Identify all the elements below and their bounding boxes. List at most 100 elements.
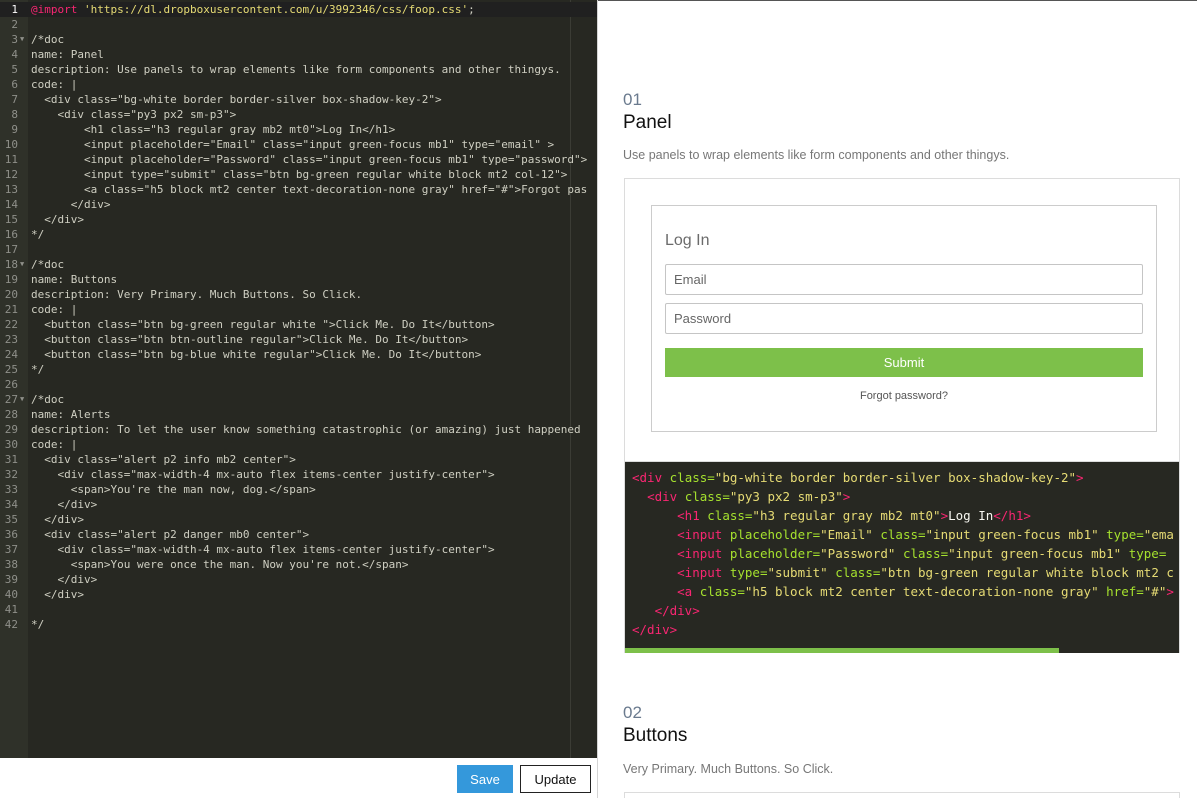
code-token: placeholder=	[729, 527, 821, 542]
code-token: class=	[699, 584, 745, 599]
code-token: <input type="submit" class="btn bg-green…	[31, 168, 568, 181]
editor-line[interactable]: 38 <span>You were once the man. Now you'…	[0, 557, 597, 572]
password-field[interactable]	[665, 303, 1143, 334]
editor-line[interactable]: 24 <button class="btn bg-blue white regu…	[0, 347, 597, 362]
code-token: "h3 regular gray mb2 mt0"	[752, 508, 941, 523]
line-text: code: |	[31, 437, 77, 452]
update-button[interactable]: Update	[520, 765, 591, 793]
editor-line[interactable]: 25 */	[0, 362, 597, 377]
fold-toggle-icon[interactable]: ▼	[20, 392, 24, 407]
code-token: "bg-white border border-silver box-shado…	[714, 470, 1077, 485]
editor-line[interactable]: 3 ▼ /*doc	[0, 32, 597, 47]
editor-line[interactable]: 22 <button class="btn bg-green regular w…	[0, 317, 597, 332]
editor-line[interactable]: 4 name: Panel	[0, 47, 597, 62]
editor-line[interactable]: 16 */	[0, 227, 597, 242]
editor-line[interactable]: 19 name: Buttons	[0, 272, 597, 287]
editor-line[interactable]: 15 </div>	[0, 212, 597, 227]
section-description: Use panels to wrap elements like form co…	[623, 148, 1010, 162]
snippet-line: <h1 class="h3 regular gray mb2 mt0">Log …	[632, 506, 1031, 525]
code-token: code: |	[31, 78, 78, 91]
email-field[interactable]	[665, 264, 1143, 295]
code-token: <div class="max-width-4 mx-auto flex ite…	[31, 543, 495, 556]
editor-line[interactable]: 39 </div>	[0, 572, 597, 587]
editor-line[interactable]: 31 <div class="alert p2 info mb2 center"…	[0, 452, 597, 467]
code-token: <input	[677, 527, 730, 542]
line-text: <input placeholder="Password" class="inp…	[31, 152, 587, 167]
code-token: type=	[1128, 546, 1167, 561]
submit-button[interactable]: Submit	[665, 348, 1143, 377]
editor-line[interactable]: 33 <span>You're the man now, dog.</span>	[0, 482, 597, 497]
editor-line[interactable]: 40 </div>	[0, 587, 597, 602]
line-text: description: Use panels to wrap elements…	[31, 62, 561, 77]
editor-line[interactable]: 17	[0, 242, 597, 257]
editor-line[interactable]: 36 <div class="alert p2 danger mb0 cente…	[0, 527, 597, 542]
line-number: 15	[4, 213, 18, 226]
line-number: 40	[4, 588, 18, 601]
code-token: class=	[684, 489, 730, 504]
line-number: 34	[4, 498, 18, 511]
line-text: */	[31, 617, 44, 632]
editor-line[interactable]: 23 <button class="btn btn-outline regula…	[0, 332, 597, 347]
line-number: 30	[4, 438, 18, 451]
preview-pane[interactable]: 01 Panel Use panels to wrap elements lik…	[598, 0, 1197, 798]
editor-line[interactable]: 8 <div class="py3 px2 sm-p3">	[0, 107, 597, 122]
editor-line[interactable]: 37 <div class="max-width-4 mx-auto flex …	[0, 542, 597, 557]
editor-line[interactable]: 27 ▼ /*doc	[0, 392, 597, 407]
code-horizontal-scrollbar[interactable]	[625, 648, 1059, 653]
editor-line[interactable]: 20 description: Very Primary. Much Button…	[0, 287, 597, 302]
line-number: 25	[4, 363, 18, 376]
code-token: type=	[1106, 527, 1144, 542]
snippet-line: <input placeholder="Email" class="input …	[632, 525, 1174, 544]
editor-line[interactable]: 42 */	[0, 617, 597, 632]
editor-line[interactable]: 34 </div>	[0, 497, 597, 512]
line-number: 36	[4, 528, 18, 541]
editor-line[interactable]: 9 <h1 class="h3 regular gray mb2 mt0">Lo…	[0, 122, 597, 137]
editor-line[interactable]: 26	[0, 377, 597, 392]
editor-line[interactable]: 41	[0, 602, 597, 617]
editor-line[interactable]: 2	[0, 17, 597, 32]
editor-line[interactable]: 21 code: |	[0, 302, 597, 317]
line-number: 11	[4, 153, 18, 166]
editor-line[interactable]: 35 </div>	[0, 512, 597, 527]
code-token: "h5 block mt2 center text-decoration-non…	[744, 584, 1099, 599]
line-number: 6	[11, 78, 18, 91]
line-number: 20	[4, 288, 18, 301]
editor-line[interactable]: 13 <a class="h5 block mt2 center text-de…	[0, 182, 597, 197]
code-token: <input placeholder="Email" class="input …	[31, 138, 555, 151]
fold-toggle-icon[interactable]: ▼	[20, 257, 24, 272]
editor-line[interactable]: 29 description: To let the user know some…	[0, 422, 597, 437]
line-number: 42	[4, 618, 18, 631]
line-number: 1	[11, 3, 18, 16]
snippet-line: </div>	[632, 620, 677, 639]
editor-line[interactable]: 10 <input placeholder="Email" class="inp…	[0, 137, 597, 152]
code-token: name: Buttons	[31, 273, 118, 286]
editor-line[interactable]: 12 <input type="submit" class="btn bg-gr…	[0, 167, 597, 182]
line-text: <h1 class="h3 regular gray mb2 mt0">Log …	[31, 122, 395, 137]
editor-line[interactable]: 18 ▼ /*doc	[0, 257, 597, 272]
save-button[interactable]: Save	[457, 765, 513, 793]
code-token: */	[31, 228, 45, 241]
code-editor[interactable]: 1 @import 'https://dl.dropboxusercontent.…	[0, 0, 597, 758]
fold-toggle-icon[interactable]: ▼	[20, 32, 24, 47]
line-text: name: Buttons	[31, 272, 117, 287]
editor-line[interactable]: 5 description: Use panels to wrap element…	[0, 62, 597, 77]
code-lines[interactable]: 1 @import 'https://dl.dropboxusercontent.…	[0, 2, 597, 632]
editor-line[interactable]: 6 code: |	[0, 77, 597, 92]
forgot-password-link[interactable]: Forgot password?	[652, 390, 1156, 402]
editor-line[interactable]: 28 name: Alerts	[0, 407, 597, 422]
editor-line[interactable]: 1 @import 'https://dl.dropboxusercontent.…	[0, 2, 597, 17]
editor-line[interactable]: 7 <div class="bg-white border border-sil…	[0, 92, 597, 107]
code-token: description: Very Primary. Much Buttons.…	[31, 288, 363, 301]
line-number: 28	[4, 408, 18, 421]
editor-line[interactable]: 32 <div class="max-width-4 mx-auto flex …	[0, 467, 597, 482]
editor-line[interactable]: 30 code: |	[0, 437, 597, 452]
code-token: "btn bg-green regular white block mt2 c	[880, 565, 1174, 580]
editor-line[interactable]: 14 </div>	[0, 197, 597, 212]
login-panel: Log In Submit Forgot password?	[651, 205, 1157, 432]
code-token: </div>	[31, 213, 84, 226]
code-token: </h1>	[993, 508, 1031, 523]
editor-line[interactable]: 11 <input placeholder="Password" class="…	[0, 152, 597, 167]
